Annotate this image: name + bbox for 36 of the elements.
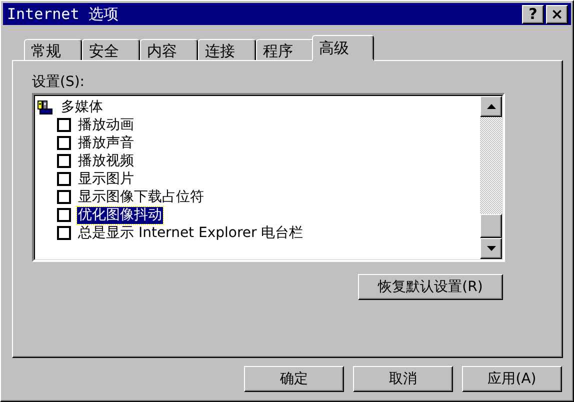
tab[interactable]: 安全 [82, 39, 140, 60]
apply-button[interactable]: 应用(A) [462, 366, 562, 392]
setting-label[interactable]: 播放动画 [77, 116, 135, 134]
checkbox[interactable] [57, 154, 71, 168]
checkbox[interactable] [57, 190, 71, 204]
setting-label[interactable]: 显示图片 [77, 170, 135, 188]
checkbox[interactable] [57, 172, 71, 186]
up-arrow-icon [486, 104, 496, 109]
help-button[interactable]: ? [522, 4, 544, 24]
scroll-up-button[interactable] [480, 96, 502, 117]
settings-label: 设置(S): [32, 73, 86, 92]
tab[interactable]: 连接 [198, 39, 256, 60]
scrollbar[interactable] [480, 96, 502, 259]
tab[interactable]: 高级 [312, 35, 374, 61]
setting-label[interactable]: 播放声音 [77, 134, 135, 152]
category-label: 多媒体 [60, 98, 104, 116]
window-title: Internet 选项 [7, 4, 120, 24]
scroll-thumb[interactable] [480, 214, 502, 238]
setting-label[interactable]: 总是显示 Internet Explorer 电台栏 [77, 224, 304, 242]
close-button[interactable]: × [546, 4, 568, 24]
multimedia-icon [37, 100, 54, 114]
scroll-down-button[interactable] [480, 238, 502, 259]
tab[interactable]: 内容 [140, 39, 198, 60]
checkbox[interactable] [57, 226, 71, 240]
cancel-button[interactable]: 取消 [353, 366, 453, 392]
setting-label[interactable]: 播放视频 [77, 152, 135, 170]
setting-label[interactable]: 优化图像抖动 [77, 206, 163, 224]
tab[interactable]: 程序 [256, 39, 314, 60]
checkbox[interactable] [57, 208, 71, 222]
restore-defaults-button[interactable]: 恢复默认设置(R) [358, 274, 503, 300]
checkbox[interactable] [57, 136, 71, 150]
setting-label[interactable]: 显示图像下载占位符 [77, 188, 205, 206]
checkbox[interactable] [57, 118, 71, 132]
tab[interactable]: 常规 [24, 39, 82, 60]
down-arrow-icon [486, 246, 496, 251]
ok-button[interactable]: 确定 [244, 366, 344, 392]
